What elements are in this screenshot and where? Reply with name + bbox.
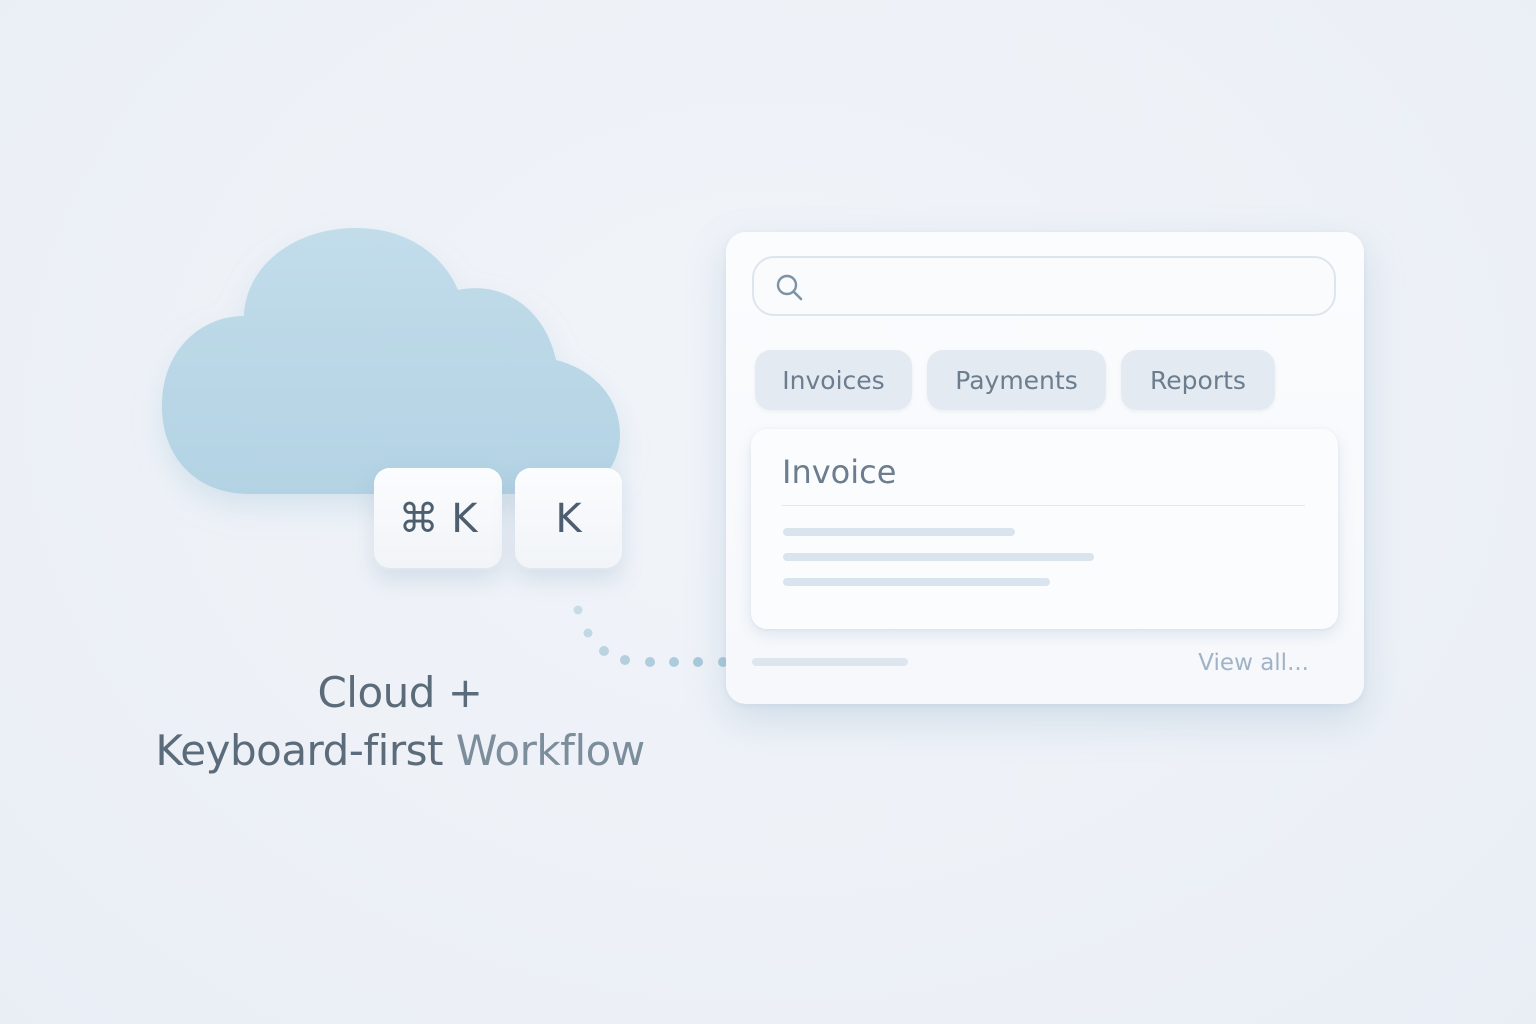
footer-placeholder-line (752, 658, 908, 666)
command-k-key[interactable]: ⌘ K (374, 468, 502, 570)
caption-line-1: Cloud + (317, 668, 483, 717)
k-key[interactable]: K (515, 468, 622, 570)
placeholder-line (783, 528, 1015, 536)
caption-line-2: Keyboard-first Workflow (100, 722, 700, 780)
result-divider (782, 505, 1305, 506)
command-palette: Invoices Payments Reports Invoice View a… (726, 232, 1364, 704)
chip-reports[interactable]: Reports (1121, 350, 1275, 410)
placeholder-line (783, 578, 1050, 586)
caption: Cloud + Keyboard-first Workflow (100, 664, 700, 780)
chip-invoices[interactable]: Invoices (755, 350, 912, 410)
result-title: Invoice (782, 453, 897, 491)
command-k-key-label: ⌘ K (398, 496, 478, 542)
chip-reports-label: Reports (1150, 365, 1246, 395)
placeholder-line (783, 553, 1094, 561)
chip-payments-label: Payments (955, 365, 1078, 395)
search-icon (776, 274, 803, 301)
search-bar[interactable] (752, 256, 1336, 316)
k-key-label: K (555, 496, 582, 542)
caption-line-2-prefix: Keyboard-first (155, 726, 443, 775)
view-all-link[interactable]: View all... (1198, 650, 1309, 676)
filter-chips: Invoices Payments Reports (755, 350, 1275, 410)
result-card-invoice[interactable]: Invoice (751, 429, 1338, 629)
caption-line-2-suffix: Workflow (442, 726, 645, 775)
chip-invoices-label: Invoices (782, 365, 885, 395)
chip-payments[interactable]: Payments (927, 350, 1106, 410)
cloud-icon (150, 220, 630, 510)
search-input[interactable] (818, 266, 1322, 308)
